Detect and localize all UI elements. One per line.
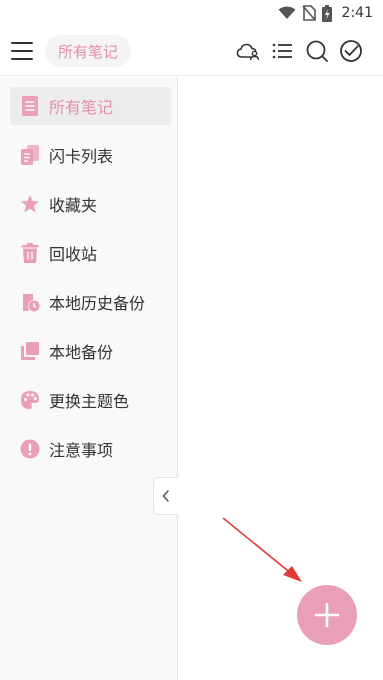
sidebar-item-label: 本地备份 xyxy=(49,343,114,362)
chevron-left-icon xyxy=(162,490,169,502)
collapse-sidebar-button[interactable] xyxy=(153,477,178,515)
sidebar-item-label: 更换主题色 xyxy=(49,392,130,411)
sidebar-item-local-history-backup[interactable]: 本地历史备份 xyxy=(10,283,171,321)
sidebar-item-notice[interactable]: 注意事项 xyxy=(10,430,171,468)
wifi-icon xyxy=(278,6,296,19)
sidebar-item-label: 闪卡列表 xyxy=(49,147,114,166)
check-circle-icon[interactable] xyxy=(339,39,363,63)
plus-icon xyxy=(314,602,340,628)
sidebar-item-label: 本地历史备份 xyxy=(49,294,146,313)
sidebar-item-label: 所有笔记 xyxy=(49,98,114,117)
history-backup-icon xyxy=(20,292,40,312)
list-icon[interactable] xyxy=(270,39,294,63)
sidebar-item-favorites[interactable]: 收藏夹 xyxy=(10,185,171,223)
trash-icon xyxy=(20,243,40,263)
status-time: 2:41 xyxy=(341,5,373,21)
sidebar-item-theme-color[interactable]: 更换主题色 xyxy=(10,381,171,419)
battery-charging-icon xyxy=(321,4,332,22)
status-bar: 2:41 xyxy=(0,0,383,26)
note-icon xyxy=(20,96,40,116)
flashcard-icon xyxy=(20,145,40,165)
sidebar-item-all-notes[interactable]: 所有笔记 xyxy=(10,87,171,125)
page-title[interactable]: 所有笔记 xyxy=(45,35,131,67)
sidebar-item-local-backup[interactable]: 本地备份 xyxy=(10,332,171,370)
backup-icon xyxy=(20,341,40,361)
sidebar-item-trash[interactable]: 回收站 xyxy=(10,234,171,272)
app-bar: 所有笔记 xyxy=(0,26,383,76)
menu-icon[interactable] xyxy=(10,39,34,63)
sidebar-item-label: 收藏夹 xyxy=(49,196,98,215)
no-sim-icon xyxy=(301,5,316,21)
warning-icon xyxy=(20,439,40,459)
add-note-button[interactable] xyxy=(297,585,357,645)
sidebar-item-flashcards[interactable]: 闪卡列表 xyxy=(10,136,171,174)
sidebar-item-label: 注意事项 xyxy=(49,441,114,460)
palette-icon xyxy=(20,390,40,410)
search-icon[interactable] xyxy=(305,39,329,63)
star-icon xyxy=(20,194,40,214)
sidebar: 所有笔记 闪卡列表 收藏夹 回收站 本地历史备份 本地备份 更换主题色 注意事项 xyxy=(0,77,178,680)
cloud-user-icon[interactable] xyxy=(236,39,260,63)
sidebar-item-label: 回收站 xyxy=(49,245,98,264)
